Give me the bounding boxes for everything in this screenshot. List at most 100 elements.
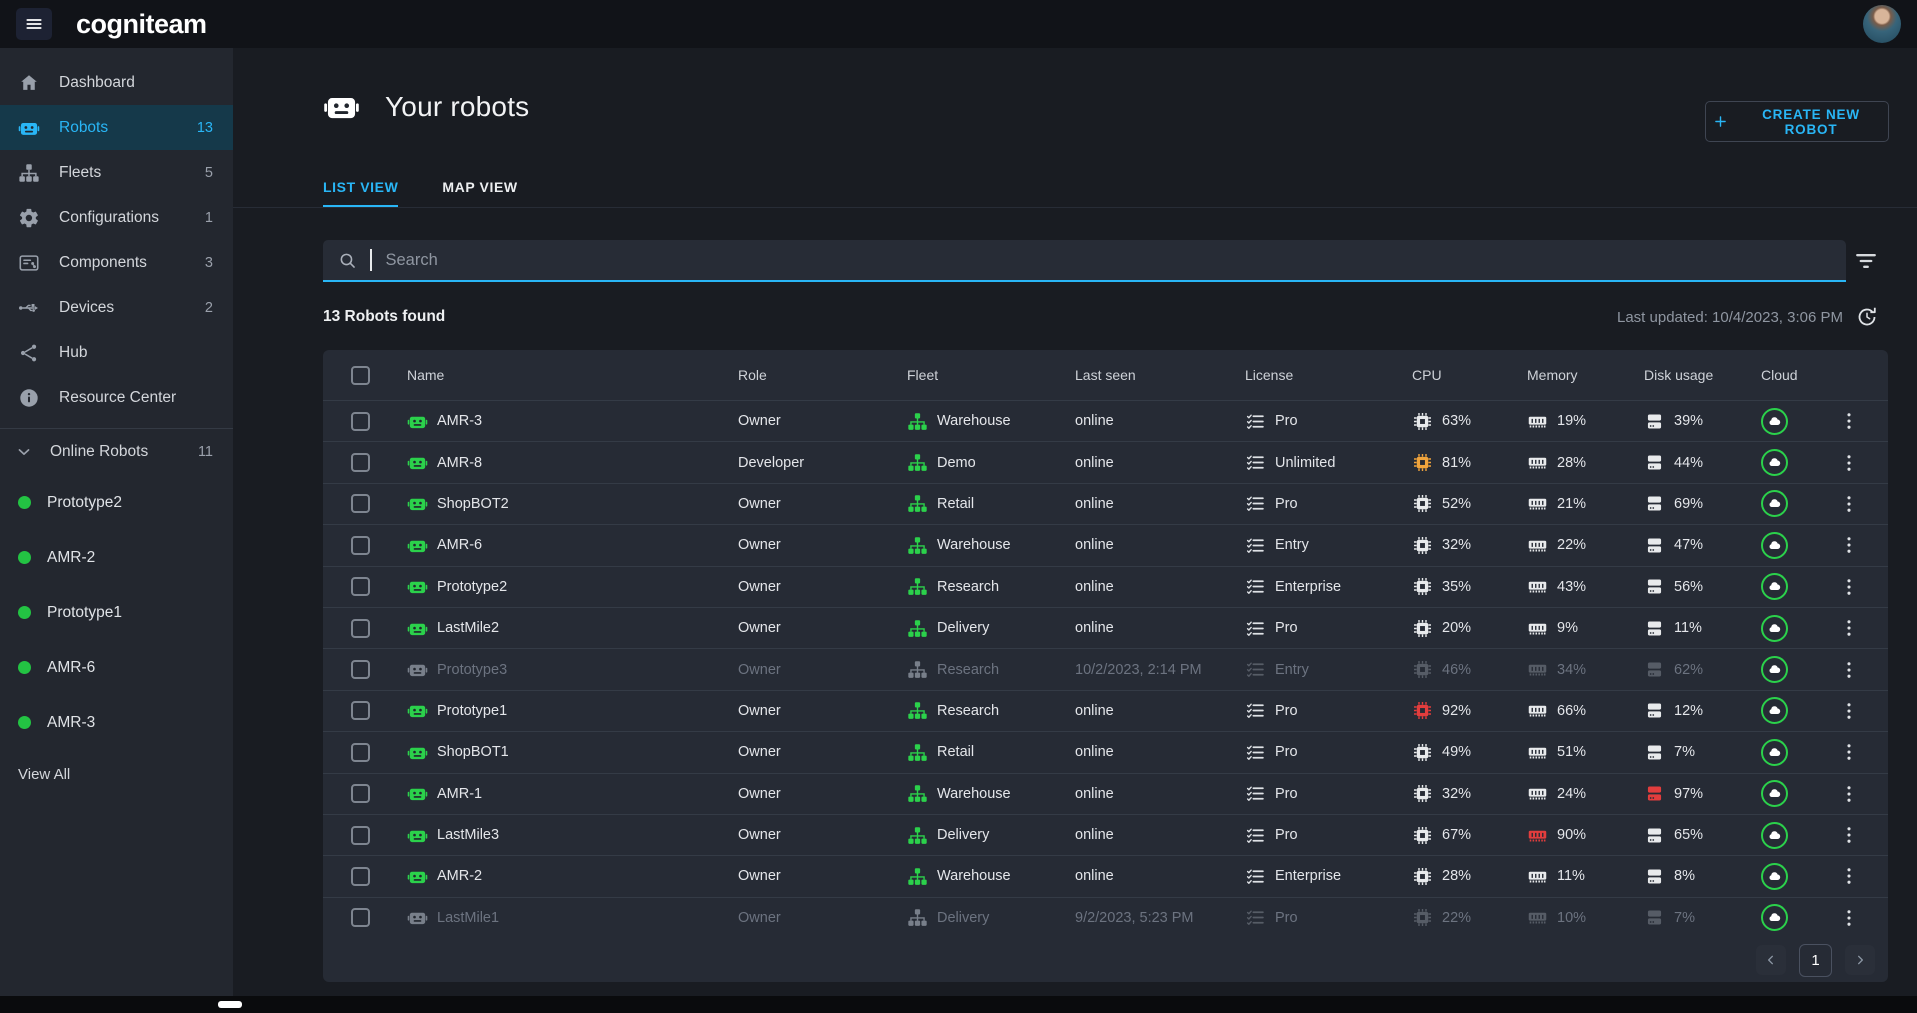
table-row[interactable]: LastMile2 Owner Delivery online Pro 20% 9% 11% bbox=[323, 606, 1888, 648]
table-row[interactable]: ShopBOT1 Owner Retail online Pro 49% 51% 7% bbox=[323, 731, 1888, 772]
row-checkbox[interactable] bbox=[351, 908, 370, 928]
row-menu-icon[interactable] bbox=[1838, 907, 1860, 929]
sidebar-item-devices[interactable]: Devices 2 bbox=[0, 285, 233, 330]
row-menu-icon[interactable] bbox=[1838, 700, 1860, 722]
row-checkbox[interactable] bbox=[351, 742, 370, 762]
row-checkbox[interactable] bbox=[351, 618, 370, 638]
sidebar-item-fleets[interactable]: Fleets 5 bbox=[0, 150, 233, 195]
search-input[interactable] bbox=[383, 249, 1832, 271]
disk-value: 8% bbox=[1674, 868, 1695, 885]
row-checkbox[interactable] bbox=[351, 535, 370, 555]
online-robot-prototype1[interactable]: Prototype1 bbox=[0, 585, 233, 640]
create-new-robot-button[interactable]: CREATE NEW ROBOT bbox=[1705, 101, 1889, 142]
cell-role: Owner bbox=[716, 579, 885, 595]
online-robot-amr-6[interactable]: AMR-6 bbox=[0, 640, 233, 695]
view-all-link[interactable]: View All bbox=[0, 756, 233, 792]
row-menu-icon[interactable] bbox=[1838, 617, 1860, 639]
robots-table-header: Name Role Fleet Last seen License CPU Memory Di… bbox=[323, 350, 1888, 400]
cell-cloud bbox=[1739, 821, 1809, 849]
row-menu-icon[interactable] bbox=[1838, 493, 1860, 515]
tab-list-view[interactable]: LIST VIEW bbox=[323, 169, 399, 208]
memory-value: 24% bbox=[1557, 785, 1587, 802]
row-menu-icon[interactable] bbox=[1838, 741, 1860, 763]
row-checkbox[interactable] bbox=[351, 825, 370, 845]
memory-icon bbox=[1527, 493, 1548, 514]
row-checkbox[interactable] bbox=[351, 577, 370, 597]
disk-value: 56% bbox=[1674, 578, 1704, 595]
row-menu-icon[interactable] bbox=[1838, 534, 1860, 556]
cell-disk: 97% bbox=[1622, 783, 1739, 804]
next-page-button[interactable] bbox=[1845, 945, 1875, 975]
brand-logo[interactable]: cogniteam bbox=[76, 9, 207, 40]
role-text: Owner bbox=[738, 744, 781, 761]
online-robot-amr-2[interactable]: AMR-2 bbox=[0, 530, 233, 585]
table-row[interactable]: AMR-3 Owner Warehouse online Pro 63% 19% 39% bbox=[323, 400, 1888, 441]
row-checkbox[interactable] bbox=[351, 494, 370, 514]
prev-page-button[interactable] bbox=[1756, 945, 1786, 975]
sidebar-item-hub[interactable]: Hub bbox=[0, 330, 233, 375]
table-row[interactable]: AMR-2 Owner Warehouse online Enterprise 28% 11… bbox=[323, 855, 1888, 896]
cell-cloud bbox=[1739, 904, 1809, 932]
row-menu-icon[interactable] bbox=[1838, 576, 1860, 598]
refresh-icon[interactable] bbox=[1855, 305, 1879, 329]
table-row[interactable]: AMR-1 Owner Warehouse online Pro 32% 24% 97% bbox=[323, 772, 1888, 814]
table-row[interactable]: Prototype1 Owner Research online Pro 92% 66% 12… bbox=[323, 689, 1888, 731]
table-row[interactable]: ShopBOT2 Owner Retail online Pro 52% 21% 69% bbox=[323, 482, 1888, 524]
online-robot-prototype2[interactable]: Prototype2 bbox=[0, 475, 233, 530]
cell-last-seen: online bbox=[1053, 455, 1223, 471]
fleet-name: Delivery bbox=[937, 909, 990, 926]
cell-fleet: Research bbox=[885, 659, 1053, 680]
robot-icon bbox=[18, 117, 40, 139]
sidebar-item-robots[interactable]: Robots 13 bbox=[0, 105, 233, 150]
row-menu-icon[interactable] bbox=[1838, 783, 1860, 805]
sidebar-item-components[interactable]: Components 3 bbox=[0, 240, 233, 285]
tab-map-view[interactable]: MAP VIEW bbox=[442, 169, 517, 208]
cell-actions bbox=[1809, 534, 1888, 556]
row-checkbox[interactable] bbox=[351, 866, 370, 886]
disk-value: 7% bbox=[1674, 744, 1695, 761]
cell-actions bbox=[1809, 576, 1888, 598]
row-checkbox[interactable] bbox=[351, 411, 370, 431]
row-checkbox[interactable] bbox=[351, 701, 370, 721]
row-menu-icon[interactable] bbox=[1838, 824, 1860, 846]
cell-cloud bbox=[1739, 531, 1809, 559]
sidebar-item-resource-center[interactable]: Resource Center bbox=[0, 375, 233, 420]
filter-icon[interactable] bbox=[1852, 247, 1880, 275]
cell-disk: 11% bbox=[1622, 618, 1739, 639]
sidebar-item-dashboard[interactable]: Dashboard bbox=[0, 60, 233, 105]
row-menu-icon[interactable] bbox=[1838, 659, 1860, 681]
table-row[interactable]: Prototype3 Owner Research 10/2/2023, 2:14 P… bbox=[323, 648, 1888, 689]
row-checkbox[interactable] bbox=[351, 660, 370, 680]
memory-icon bbox=[1527, 825, 1548, 846]
sidebar-item-configurations[interactable]: Configurations 1 bbox=[0, 195, 233, 240]
user-avatar[interactable] bbox=[1863, 5, 1901, 43]
license-text: Pro bbox=[1275, 827, 1298, 844]
online-robots-header[interactable]: Online Robots 11 bbox=[0, 429, 233, 475]
row-menu-icon[interactable] bbox=[1838, 410, 1860, 432]
last-seen-text: 10/2/2023, 2:14 PM bbox=[1075, 661, 1202, 678]
table-row[interactable]: LastMile1 Owner Delivery 9/2/2023, 5:23 PM P… bbox=[323, 896, 1888, 938]
current-page-button[interactable]: 1 bbox=[1799, 943, 1832, 977]
select-all-checkbox[interactable] bbox=[351, 365, 370, 385]
table-row[interactable]: Prototype2 Owner Research online Enterprise 3… bbox=[323, 565, 1888, 607]
topbar: cogniteam bbox=[0, 0, 1917, 48]
row-checkbox[interactable] bbox=[351, 453, 370, 473]
table-row[interactable]: AMR-8 Developer Demo online Unlimited 81% 28% 4… bbox=[323, 441, 1888, 482]
robot-name: AMR-2 bbox=[437, 868, 483, 885]
table-row[interactable]: AMR-6 Owner Warehouse online Entry 32% 22% 47% bbox=[323, 524, 1888, 565]
cell-last-seen: online bbox=[1053, 537, 1223, 553]
robots-table: Name Role Fleet Last seen License CPU Memory Di… bbox=[323, 350, 1888, 938]
online-robot-amr-3[interactable]: AMR-3 bbox=[0, 695, 233, 750]
cell-cloud bbox=[1739, 656, 1809, 684]
row-menu-icon[interactable] bbox=[1838, 452, 1860, 474]
row-menu-icon[interactable] bbox=[1838, 865, 1860, 887]
hamburger-menu-button[interactable] bbox=[16, 8, 52, 40]
fleet-icon bbox=[907, 866, 928, 887]
row-checkbox[interactable] bbox=[351, 784, 370, 804]
cell-last-seen: online bbox=[1053, 620, 1223, 636]
fleet-icon bbox=[907, 576, 928, 597]
table-row[interactable]: LastMile3 Owner Delivery online Pro 67% 90% 65% bbox=[323, 813, 1888, 855]
cell-last-seen: online bbox=[1053, 496, 1223, 512]
scrollbar-thumb[interactable] bbox=[218, 1001, 242, 1008]
license-icon bbox=[1245, 411, 1266, 432]
